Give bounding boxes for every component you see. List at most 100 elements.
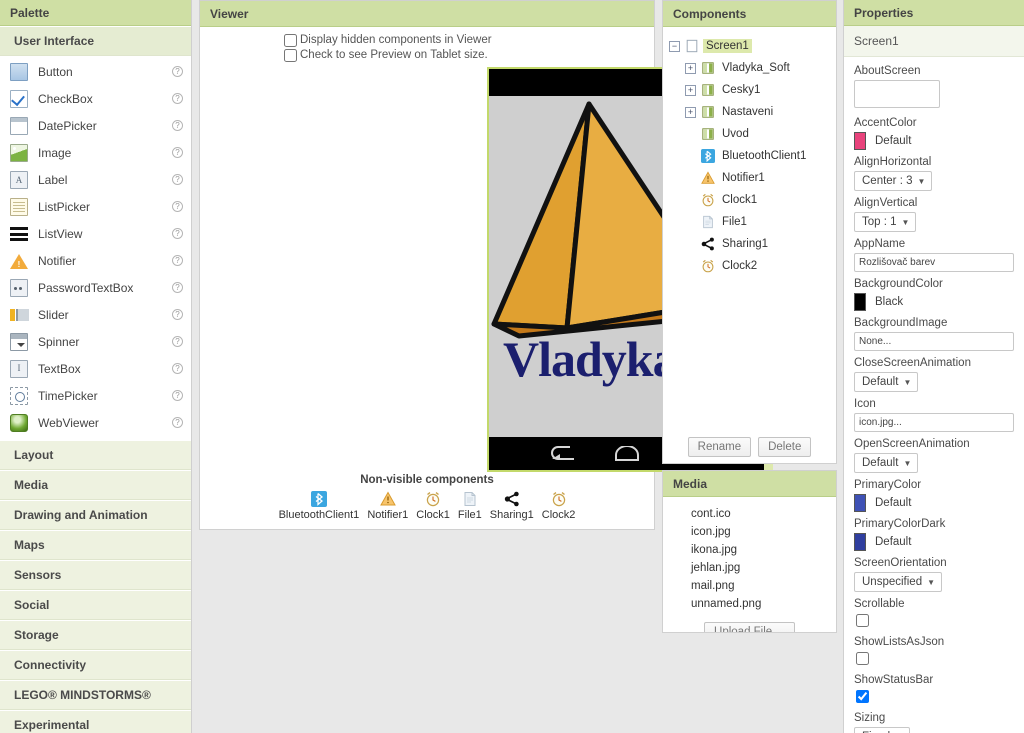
arrange-icon	[702, 62, 714, 74]
tree-item-clock2[interactable]: Clock2	[669, 255, 832, 277]
palette-category-maps[interactable]: Maps	[0, 530, 191, 560]
palette-item-checkbox[interactable]: CheckBox?	[0, 85, 191, 112]
display-hidden-components-checkbox[interactable]	[284, 34, 297, 47]
showlistsasjson-checkbox[interactable]	[856, 652, 869, 665]
tree-item-bluetoothclient1[interactable]: BluetoothClient1	[669, 145, 832, 167]
tree-item-nastaveni[interactable]: + Nastaveni	[669, 101, 832, 123]
tree-item-notifier1[interactable]: Notifier1	[669, 167, 832, 189]
showstatusbar-checkbox[interactable]	[856, 690, 869, 703]
help-icon[interactable]: ?	[172, 120, 183, 131]
tree-item-label: Notifier1	[722, 172, 765, 184]
help-icon[interactable]: ?	[172, 390, 183, 401]
sizing-select[interactable]: Fixed ▼	[854, 727, 911, 733]
media-file-cont-ico[interactable]: cont.ico	[663, 505, 836, 523]
help-icon[interactable]: ?	[172, 174, 183, 185]
palette-item-timepicker[interactable]: TimePicker?	[0, 382, 191, 409]
alarm-clock-icon-wrapper	[701, 259, 715, 273]
palette-item-datepicker[interactable]: DatePicker?	[0, 112, 191, 139]
back-nav-icon[interactable]	[548, 445, 576, 462]
help-icon[interactable]: ?	[172, 147, 183, 158]
help-icon[interactable]: ?	[172, 336, 183, 347]
media-file-ikona-jpg[interactable]: ikona.jpg	[663, 541, 836, 559]
palette-item-listview[interactable]: ListView?	[0, 220, 191, 247]
tree-item-sharing1[interactable]: Sharing1	[669, 233, 832, 255]
non-visible-component-sharing1[interactable]: Sharing1	[488, 490, 536, 521]
tree-item-uvod[interactable]: Uvod	[669, 123, 832, 145]
palette-category-media[interactable]: Media	[0, 470, 191, 500]
help-icon[interactable]: ?	[172, 66, 183, 77]
aboutscreen-textarea[interactable]	[854, 80, 940, 108]
media-file-jehlan-jpg[interactable]: jehlan.jpg	[663, 559, 836, 577]
backgroundimage-input[interactable]	[854, 332, 1014, 351]
media-file-unnamed-png[interactable]: unnamed.png	[663, 595, 836, 613]
palette-item-notifier[interactable]: Notifier?	[0, 247, 191, 274]
icon-input[interactable]	[854, 413, 1014, 432]
tree-item-cesky1[interactable]: + Cesky1	[669, 79, 832, 101]
non-visible-component-file1[interactable]: File1	[456, 490, 484, 521]
tree-item-label: Cesky1	[722, 84, 761, 96]
palette-panel: Palette User Interface Button? CheckBox? D…	[0, 0, 192, 733]
palette-category-lego-mindstorms[interactable]: LEGO® MINDSTORMS®	[0, 680, 191, 710]
screen-icon	[686, 39, 698, 53]
palette-item-slider[interactable]: Slider?	[0, 301, 191, 328]
palette-category-social[interactable]: Social	[0, 590, 191, 620]
palette-category-storage[interactable]: Storage	[0, 620, 191, 650]
palette-category-drawing-and-animation[interactable]: Drawing and Animation	[0, 500, 191, 530]
palette-item-spinner[interactable]: Spinner?	[0, 328, 191, 355]
primarycolor-picker[interactable]: Default	[854, 494, 1014, 512]
palette-item-webviewer[interactable]: WebViewer?	[0, 409, 191, 436]
appname-input[interactable]	[854, 253, 1014, 272]
home-nav-icon[interactable]	[613, 445, 641, 462]
scrollable-checkbox[interactable]	[856, 614, 869, 627]
upload-file-button[interactable]: Upload File ...	[704, 622, 795, 632]
alarm-clock-icon	[702, 193, 714, 207]
tree-item-vladyka_soft[interactable]: + Vladyka_Soft	[669, 57, 832, 79]
alignhorizontal-select[interactable]: Center : 3 ▼	[854, 171, 933, 191]
tree-item-file1[interactable]: File1	[669, 211, 832, 233]
tree-item-screen1[interactable]: − Screen1	[669, 35, 832, 57]
help-icon[interactable]: ?	[172, 417, 183, 428]
help-icon[interactable]: ?	[172, 363, 183, 374]
openscreenanimation-select[interactable]: Default ▼	[854, 453, 919, 473]
rename-button[interactable]: Rename	[687, 437, 752, 457]
palette-item-image[interactable]: Image?	[0, 139, 191, 166]
closescreenanimation-select[interactable]: Default ▼	[854, 372, 919, 392]
backgroundcolor-picker[interactable]: Black	[854, 293, 1014, 311]
media-file-icon-jpg[interactable]: icon.jpg	[663, 523, 836, 541]
screenorientation-select[interactable]: Unspecified ▼	[854, 572, 943, 592]
tree-expander-icon[interactable]: +	[685, 106, 696, 118]
delete-button[interactable]: Delete	[758, 437, 812, 457]
palette-item-button[interactable]: Button?	[0, 58, 191, 85]
tree-expander-icon[interactable]: +	[685, 84, 696, 96]
help-icon[interactable]: ?	[172, 93, 183, 104]
palette-item-listpicker[interactable]: ListPicker?	[0, 193, 191, 220]
tree-expander-icon[interactable]: +	[685, 62, 696, 74]
openscreenanimation-value: Default	[862, 457, 899, 469]
palette-item-label[interactable]: A Label?	[0, 166, 191, 193]
alignvertical-select[interactable]: Top : 1 ▼	[854, 212, 917, 232]
palette-category-experimental[interactable]: Experimental	[0, 710, 191, 733]
non-visible-component-clock2[interactable]: Clock2	[540, 490, 578, 521]
palette-category-connectivity[interactable]: Connectivity	[0, 650, 191, 680]
help-icon[interactable]: ?	[172, 255, 183, 266]
palette-category-sensors[interactable]: Sensors	[0, 560, 191, 590]
non-visible-component-bluetoothclient1[interactable]: BluetoothClient1	[277, 490, 362, 521]
media-file-mail-png[interactable]: mail.png	[663, 577, 836, 595]
primarycolordark-picker[interactable]: Default	[854, 533, 1014, 551]
non-visible-component-clock1[interactable]: Clock1	[414, 490, 452, 521]
aboutscreen-label: AboutScreen	[854, 65, 921, 77]
accentcolor-swatch	[854, 132, 866, 150]
help-icon[interactable]: ?	[172, 282, 183, 293]
tree-expander-icon[interactable]: −	[669, 40, 680, 52]
palette-category-layout[interactable]: Layout	[0, 440, 191, 470]
palette-category-user-interface[interactable]: User Interface	[0, 26, 191, 56]
accentcolor-picker[interactable]: Default	[854, 132, 1014, 150]
help-icon[interactable]: ?	[172, 309, 183, 320]
tree-item-clock1[interactable]: Clock1	[669, 189, 832, 211]
non-visible-component-notifier1[interactable]: Notifier1	[365, 490, 410, 521]
tablet-preview-checkbox[interactable]	[284, 49, 297, 62]
help-icon[interactable]: ?	[172, 228, 183, 239]
help-icon[interactable]: ?	[172, 201, 183, 212]
palette-item-textbox[interactable]: I TextBox?	[0, 355, 191, 382]
palette-item-passwordtextbox[interactable]: PasswordTextBox?	[0, 274, 191, 301]
